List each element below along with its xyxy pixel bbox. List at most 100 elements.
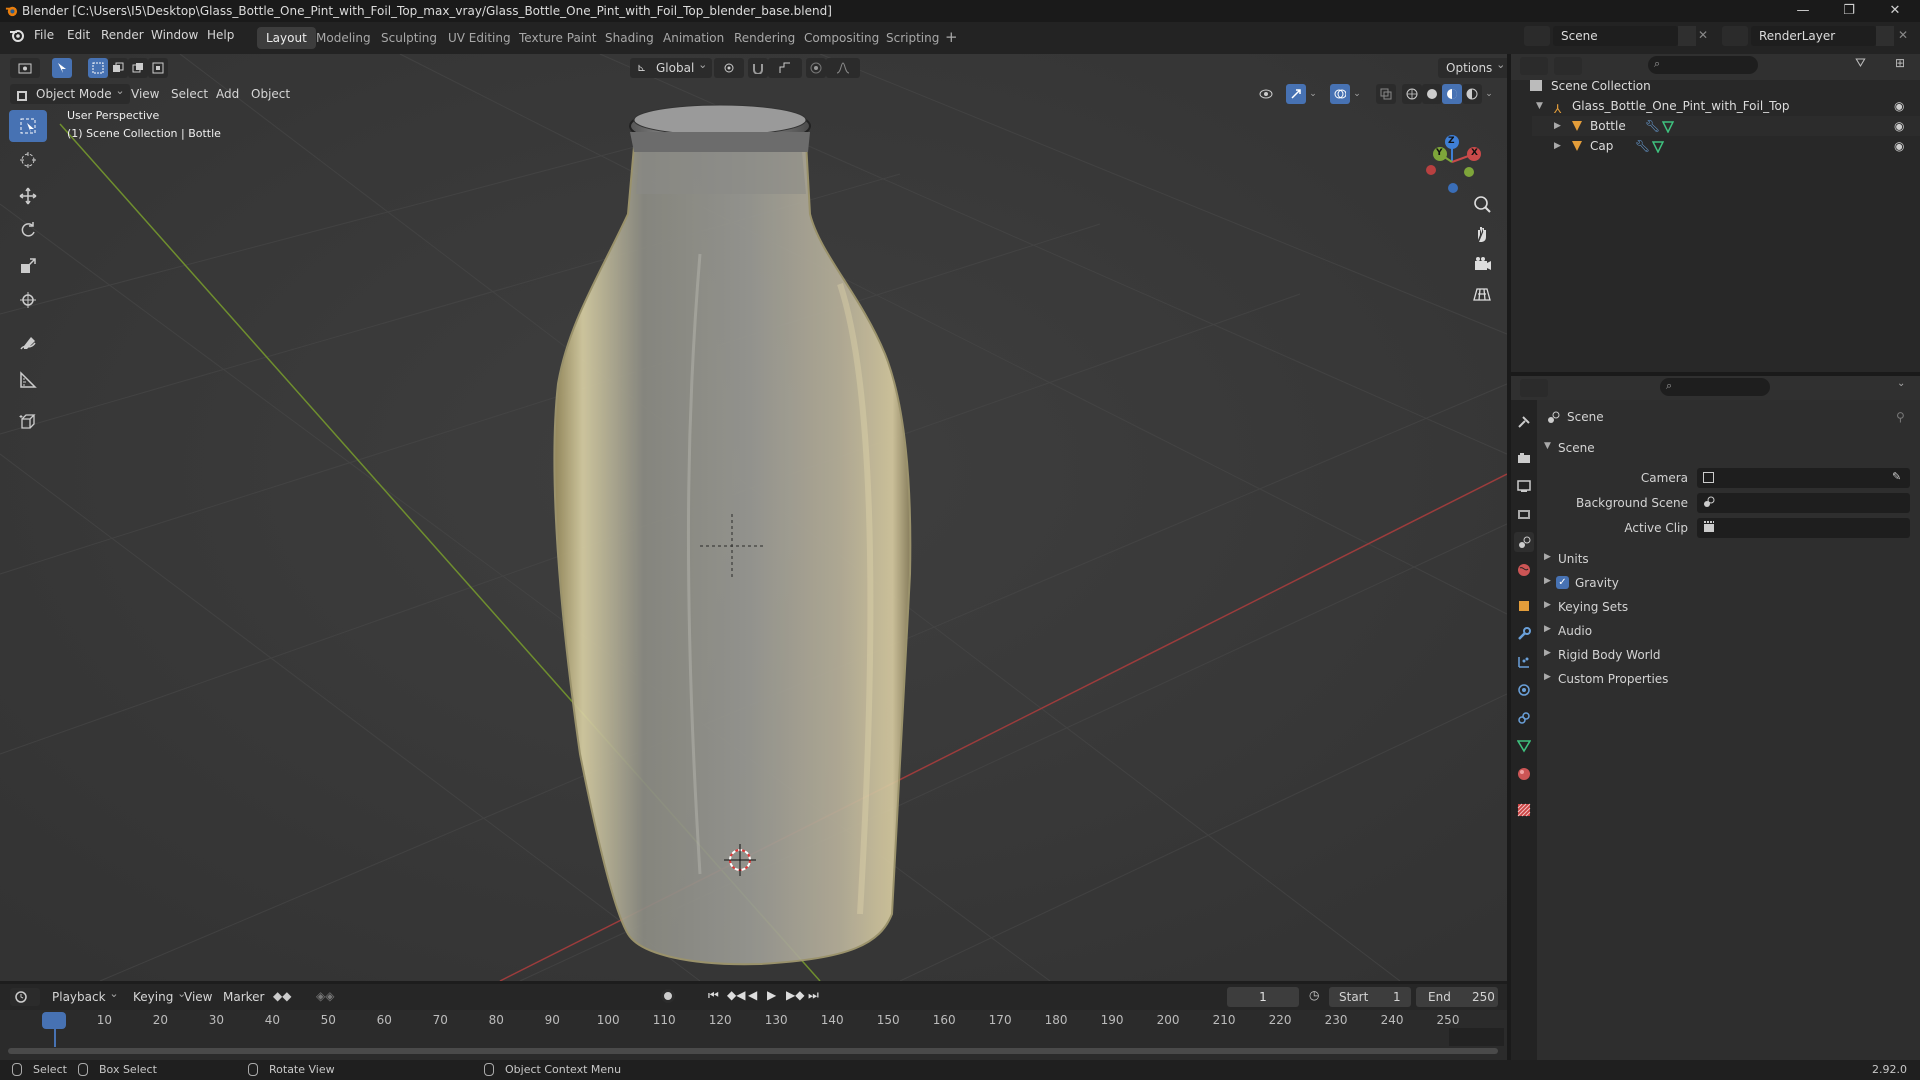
gizmo-dropdown-icon[interactable]: ⌄ [1306, 84, 1320, 104]
scene-selector[interactable]: Scene [1553, 26, 1678, 46]
blender-menu-icon[interactable] [9, 28, 25, 45]
properties-options-icon[interactable]: ⌄ [1897, 378, 1905, 389]
timeline-scrollbar[interactable] [8, 1048, 1498, 1054]
move-tool[interactable] [9, 180, 47, 212]
minimize-button[interactable]: — [1780, 0, 1826, 22]
viewport-menu-view[interactable]: View [131, 84, 159, 104]
viewport-menu-select[interactable]: Select [171, 84, 208, 104]
timeline-marker-menu[interactable]: Marker [223, 987, 264, 1007]
viewport-menu-object[interactable]: Object [251, 84, 290, 104]
data-tab-icon[interactable] [1514, 736, 1534, 756]
custom-properties-panel[interactable]: ▶ Custom Properties [1540, 668, 1918, 690]
options-dropdown[interactable]: Options [1438, 55, 1507, 78]
world-tab-icon[interactable] [1514, 560, 1534, 580]
scene-panel-header[interactable]: ▼ Scene [1540, 437, 1918, 459]
select-new-icon[interactable] [88, 58, 108, 78]
new-scene-icon[interactable] [1678, 26, 1696, 46]
proportional-falloff-icon[interactable] [826, 58, 860, 78]
shading-dropdown-icon[interactable]: ⌄ [1482, 84, 1496, 104]
annotate-tool[interactable] [9, 328, 47, 360]
preview-range-icon[interactable]: ◷ [1309, 988, 1319, 1002]
expand-arrow-icon[interactable]: ▶ [1554, 116, 1561, 136]
view-layer-tab-icon[interactable] [1514, 504, 1534, 524]
xray-toggle-icon[interactable] [1376, 84, 1396, 104]
gizmo-toggle-icon[interactable] [1286, 84, 1306, 104]
visibility-icon[interactable] [1250, 84, 1284, 104]
menu-render[interactable]: Render [101, 28, 144, 42]
rigid-body-world-panel[interactable]: ▶ Rigid Body World [1540, 644, 1918, 666]
delete-view-layer-icon[interactable]: ✕ [1898, 28, 1908, 42]
tab-modeling[interactable]: Modeling [307, 27, 380, 49]
menu-edit[interactable]: Edit [67, 28, 90, 42]
playback-menu[interactable]: Playback [44, 984, 124, 1007]
menu-file[interactable]: File [34, 28, 54, 42]
outliner-search-input[interactable]: ⌕ [1648, 56, 1758, 74]
rotate-tool[interactable] [9, 214, 47, 246]
maximize-button[interactable]: ❐ [1826, 0, 1872, 22]
scene-tab-icon[interactable] [1514, 532, 1534, 552]
transform-orientation-dropdown[interactable]: ⊾ Global [630, 55, 713, 78]
gravity-checkbox[interactable]: ✓ [1556, 576, 1569, 589]
keyframe-nav-icon[interactable]: ◆◆ [273, 989, 291, 1003]
select-tool-mode-icon[interactable] [52, 58, 72, 78]
material-tab-icon[interactable] [1514, 764, 1534, 784]
pan-view-icon[interactable] [1470, 222, 1494, 246]
outliner-editor-type-icon[interactable] [1520, 57, 1548, 75]
modifier-wrench-icon[interactable]: 🔧︎ [1645, 116, 1660, 136]
next-keyframe-icon[interactable]: ▶◆ [786, 988, 804, 1002]
add-workspace-icon[interactable]: + [945, 28, 958, 46]
snap-target-icon[interactable] [768, 58, 802, 78]
tab-compositing[interactable]: Compositing [795, 27, 888, 49]
units-panel[interactable]: ▶ Units [1540, 548, 1918, 570]
transform-tool[interactable] [9, 284, 47, 316]
visibility-eye-icon[interactable]: ◉ [1894, 116, 1904, 136]
tab-uv-editing[interactable]: UV Editing [439, 27, 520, 49]
playhead[interactable] [42, 1012, 66, 1029]
outliner-collection-row[interactable]: ▼ ⅄ Glass_Bottle_One_Pint_with_Foil_Top … [1532, 96, 1920, 116]
particles-tab-icon[interactable] [1514, 652, 1534, 672]
new-view-layer-icon[interactable] [1876, 26, 1894, 46]
constraints-tab-icon[interactable] [1514, 708, 1534, 728]
pivot-point-icon[interactable] [714, 58, 744, 78]
new-collection-icon[interactable]: ⊞ [1895, 56, 1905, 70]
record-button[interactable] [661, 989, 675, 1003]
tool-tab-icon[interactable] [1514, 412, 1534, 432]
timeline-editor-type-icon[interactable] [10, 988, 40, 1006]
filter-icon[interactable]: ⛛ [1855, 56, 1866, 71]
keying-sets-panel[interactable]: ▶ Keying Sets [1540, 596, 1918, 618]
snap-icon[interactable] [748, 58, 768, 78]
jump-end-icon[interactable]: ⏭ [808, 988, 819, 1003]
end-frame-field[interactable]: End 250 [1416, 987, 1498, 1007]
scale-tool[interactable] [9, 250, 47, 282]
visibility-eye-icon[interactable]: ◉ [1894, 136, 1904, 156]
scene-browse-icon[interactable] [1524, 26, 1550, 46]
expand-arrow-icon[interactable]: ▼ [1536, 96, 1543, 116]
modifier-wrench-icon[interactable]: 🔧︎ [1635, 136, 1650, 156]
expand-arrow-icon[interactable]: ▶ [1554, 136, 1561, 156]
properties-editor-type-icon[interactable] [1520, 379, 1548, 397]
perspective-toggle-icon[interactable] [1470, 282, 1494, 306]
tab-texture-paint[interactable]: Texture Paint [510, 27, 605, 49]
view-layer-browse-icon[interactable] [1722, 26, 1748, 46]
audio-panel[interactable]: ▶ Audio [1540, 620, 1918, 642]
shading-wireframe-icon[interactable] [1402, 84, 1422, 104]
overlay-toggle-icon[interactable] [1330, 84, 1350, 104]
prev-keyframe-icon[interactable]: ◆◀ [727, 988, 745, 1002]
display-mode-icon[interactable] [1554, 57, 1582, 75]
modifier-tab-icon[interactable] [1514, 624, 1534, 644]
camera-field[interactable]: ✎ [1697, 468, 1910, 488]
select-subtract-icon[interactable] [128, 58, 148, 78]
viewport-menu-add[interactable]: Add [216, 84, 239, 104]
measure-tool[interactable] [9, 364, 47, 396]
zoom-view-icon[interactable] [1470, 192, 1494, 216]
cursor-tool[interactable] [9, 144, 47, 176]
add-cube-tool[interactable] [9, 406, 47, 438]
current-frame-field[interactable]: 1 [1227, 987, 1299, 1007]
object-tab-icon[interactable] [1514, 596, 1534, 616]
properties-search-input[interactable]: ⌕ [1660, 378, 1770, 396]
play-reverse-icon[interactable]: ◀ [748, 988, 757, 1002]
eyedropper-icon[interactable]: ✎ [1892, 470, 1901, 483]
object-mode-dropdown[interactable]: Object Mode [10, 81, 130, 104]
outliner-object-row-bottle[interactable]: ▶ Bottle 🔧︎ ◉ [1532, 116, 1920, 136]
visibility-eye-icon[interactable]: ◉ [1894, 96, 1904, 116]
